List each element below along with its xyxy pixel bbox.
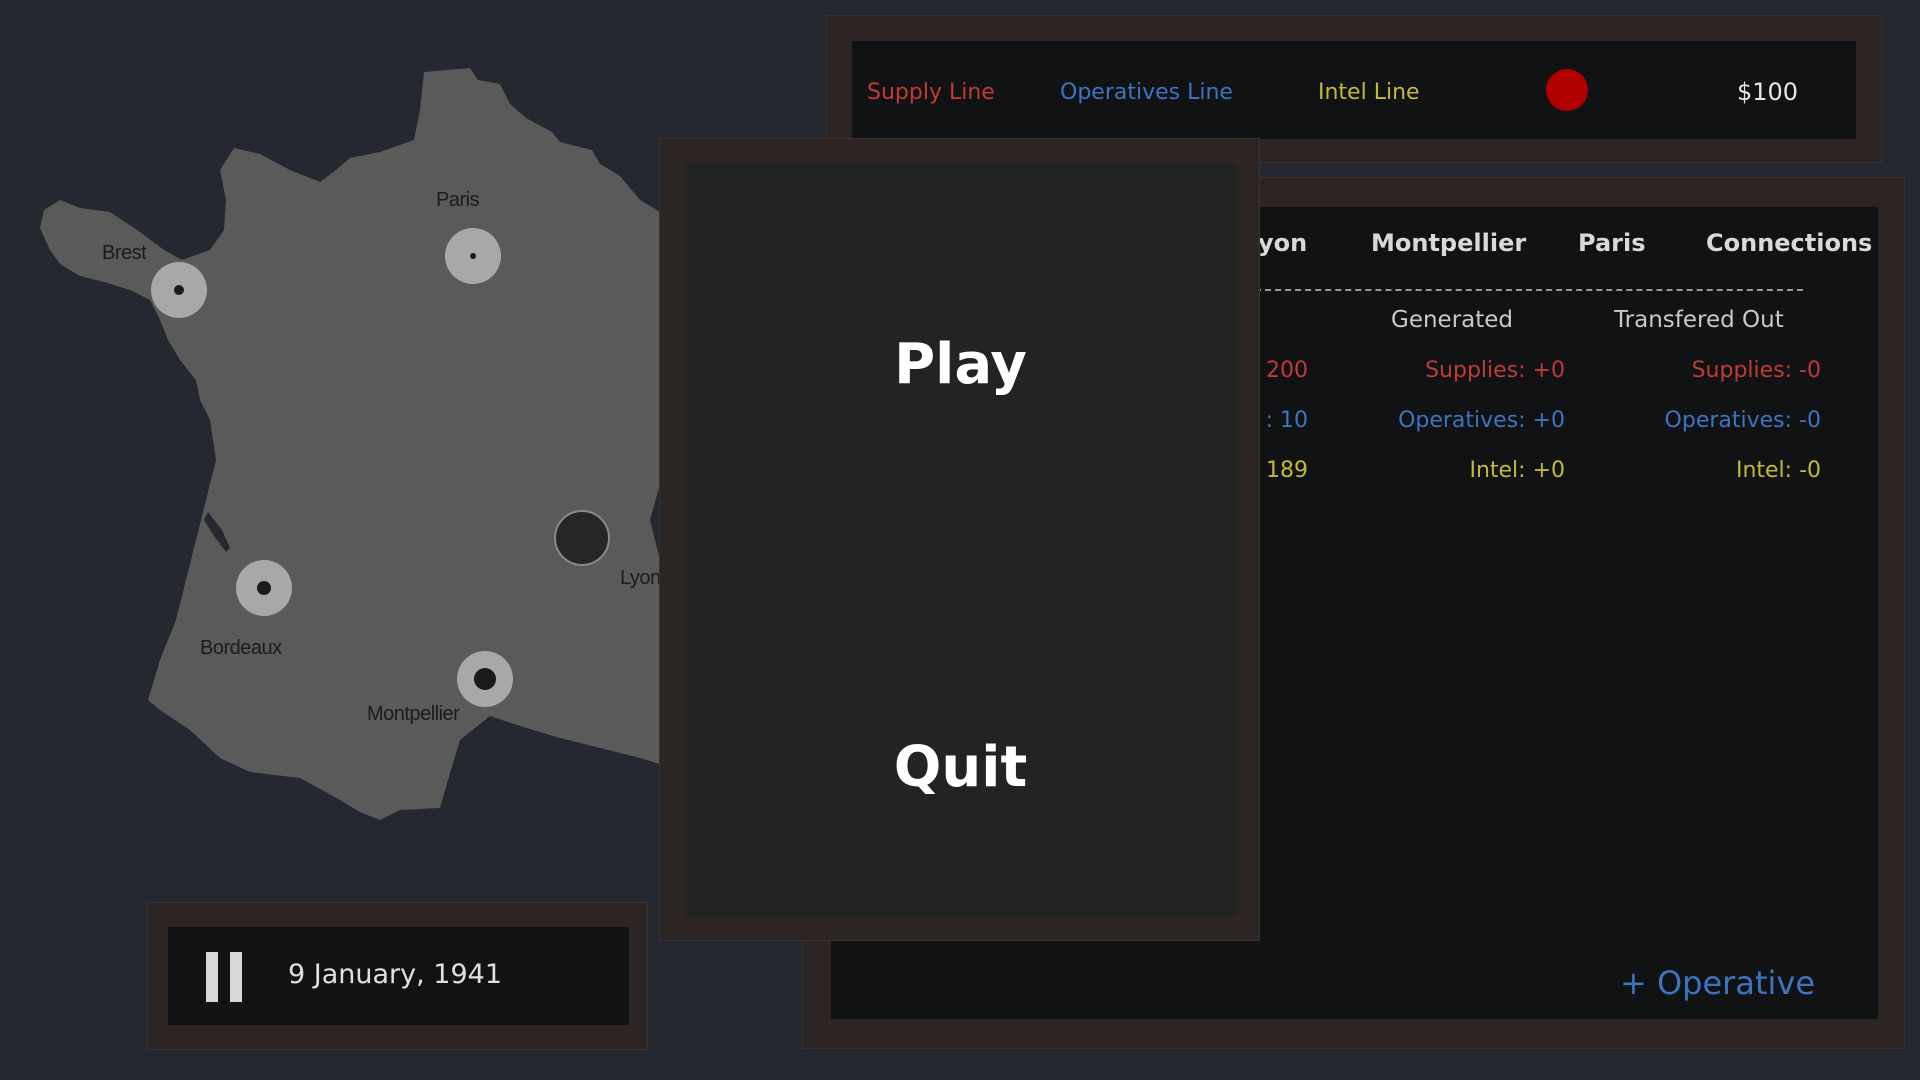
city-label-lyon: Lyon <box>620 567 661 589</box>
operatives-line-toggle[interactable]: Operatives Line <box>1060 80 1233 105</box>
city-marker-montpellier[interactable] <box>457 651 513 707</box>
pause-icon <box>206 952 242 1002</box>
main-menu-frame: Play Quit <box>659 138 1260 941</box>
tab-paris[interactable]: Paris <box>1578 229 1646 257</box>
date-display: 9 January, 1941 <box>288 959 502 990</box>
generated-header: Generated <box>1391 307 1514 333</box>
city-marker-bordeaux[interactable] <box>236 560 292 616</box>
tab-lyon[interactable]: yon <box>1258 229 1307 257</box>
play-button[interactable]: Play <box>685 332 1236 397</box>
add-operative-button[interactable]: + Operative <box>1620 964 1815 1002</box>
clock-frame: 9 January, 1941 <box>147 902 648 1050</box>
pause-button[interactable] <box>206 952 242 1002</box>
intel-generated: Intel: +0 <box>1469 458 1565 483</box>
money-display: $100 <box>1737 78 1799 106</box>
status-indicator <box>1546 69 1588 111</box>
city-marker-lyon[interactable] <box>554 510 610 566</box>
tab-connections[interactable]: Connections <box>1706 229 1872 257</box>
supply-line-toggle[interactable]: Supply Line <box>867 80 995 105</box>
intel-line-toggle[interactable]: Intel Line <box>1318 80 1420 105</box>
city-label-montpellier: Montpellier <box>367 703 460 725</box>
city-label-brest: Brest <box>102 242 147 264</box>
clock-panel: 9 January, 1941 <box>168 927 629 1025</box>
supplies-generated: Supplies: +0 <box>1425 358 1565 383</box>
operatives-transferred: Operatives: -0 <box>1664 408 1821 433</box>
transferred-out-header: Transfered Out <box>1614 307 1784 333</box>
main-menu: Play Quit <box>685 164 1236 916</box>
city-marker-brest[interactable] <box>151 262 207 318</box>
city-marker-paris[interactable] <box>445 228 501 284</box>
quit-button[interactable]: Quit <box>685 735 1236 800</box>
tab-montpellier[interactable]: Montpellier <box>1371 229 1526 257</box>
operatives-generated: Operatives: +0 <box>1398 408 1565 433</box>
intel-transferred: Intel: -0 <box>1735 458 1821 483</box>
city-label-paris: Paris <box>436 189 480 211</box>
header-divider <box>1255 289 1803 291</box>
city-label-bordeaux: Bordeaux <box>200 637 282 659</box>
supplies-transferred: Supplies: -0 <box>1691 358 1821 383</box>
